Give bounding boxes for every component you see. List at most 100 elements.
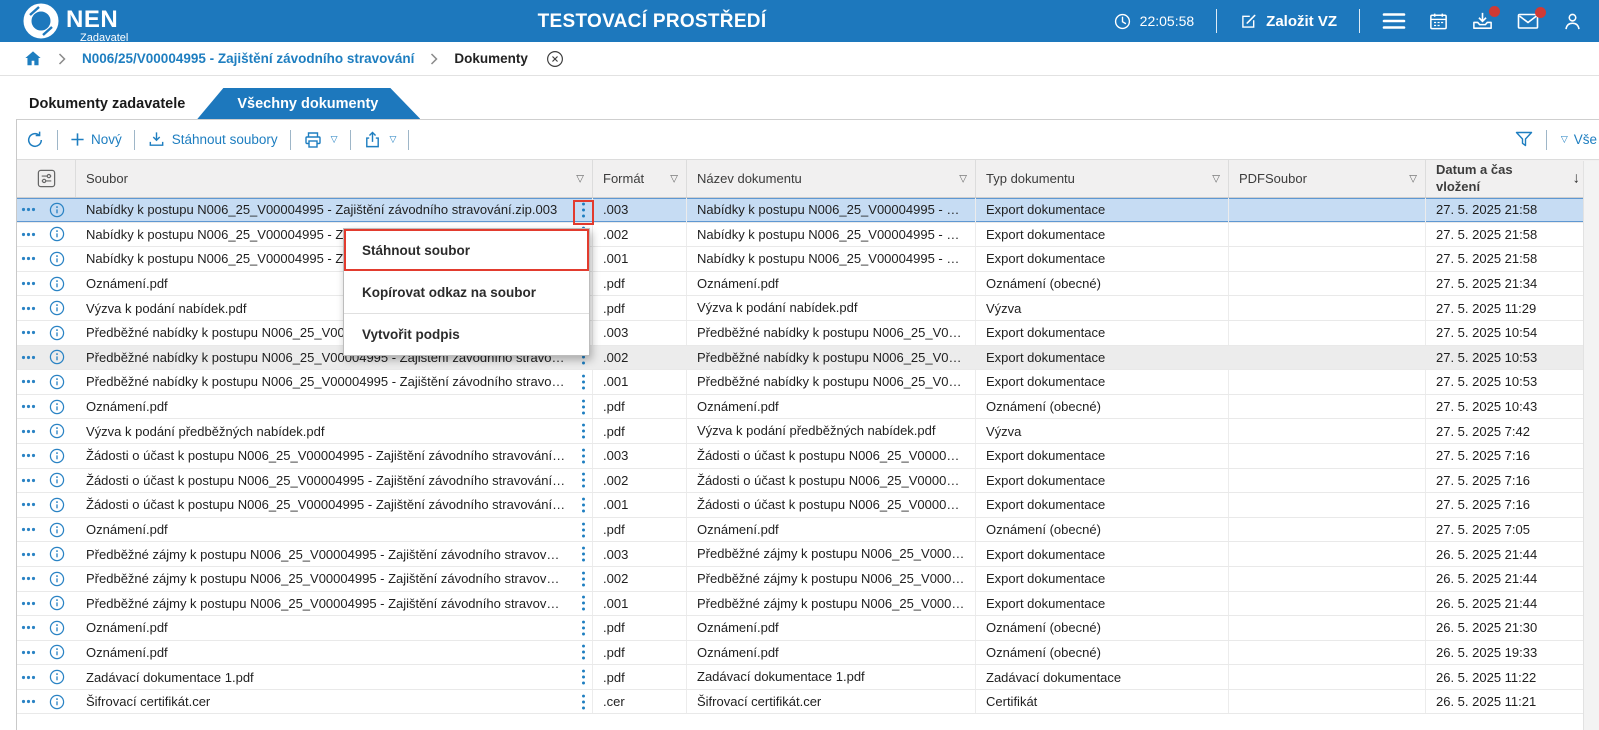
- row-info-icon[interactable]: [49, 497, 65, 513]
- col-typ-dokumentu[interactable]: Typ dokumentu▽: [976, 160, 1229, 197]
- row-info-icon[interactable]: [49, 399, 65, 415]
- table-row[interactable]: Žádosti o účast k postupu N006_25_V00004…: [17, 469, 1599, 494]
- sort-desc-icon[interactable]: ↓: [1573, 169, 1581, 188]
- row-kebab-button[interactable]: [580, 495, 587, 514]
- row-info-icon[interactable]: [49, 423, 65, 439]
- vertical-scrollbar[interactable]: [1583, 161, 1599, 730]
- column-settings-button[interactable]: [17, 160, 76, 197]
- row-menu-icon[interactable]: [21, 206, 36, 213]
- new-button[interactable]: Nový: [70, 132, 122, 147]
- row-info-icon[interactable]: [49, 546, 65, 562]
- table-row[interactable]: Výzva k podání předběžných nabídek.pdf .…: [17, 419, 1599, 444]
- row-kebab-button[interactable]: [580, 372, 587, 391]
- table-row[interactable]: Předběžné zájmy k postupu N006_25_V00004…: [17, 542, 1599, 567]
- print-button[interactable]: ▽: [303, 130, 338, 150]
- row-info-icon[interactable]: [49, 522, 65, 538]
- row-info-icon[interactable]: [49, 276, 65, 292]
- row-menu-icon[interactable]: [21, 305, 36, 312]
- menu-item-stahnout-soubor[interactable]: Stáhnout soubor: [344, 229, 589, 271]
- row-info-icon[interactable]: [49, 251, 65, 267]
- tab-vsechny-dokumenty[interactable]: Všechny dokumenty: [197, 88, 420, 119]
- filter-arrow-icon[interactable]: ▽: [1409, 173, 1417, 184]
- table-row[interactable]: Šifrovací certifikát.cer .cer Šifrovací …: [17, 690, 1599, 715]
- tab-dokumenty-zadavatele[interactable]: Dokumenty zadavatele: [16, 88, 211, 119]
- row-menu-icon[interactable]: [21, 280, 36, 287]
- breadcrumb-link-procedure[interactable]: N006/25/V00004995 - Zajištění závodního …: [82, 51, 414, 66]
- table-row[interactable]: Předběžné zájmy k postupu N006_25_V00004…: [17, 592, 1599, 617]
- row-menu-icon[interactable]: [21, 477, 36, 484]
- row-menu-icon[interactable]: [21, 674, 36, 681]
- row-menu-icon[interactable]: [21, 329, 36, 336]
- filter-arrow-icon[interactable]: ▽: [576, 173, 584, 184]
- row-info-icon[interactable]: [49, 349, 65, 365]
- row-info-icon[interactable]: [49, 571, 65, 587]
- row-menu-icon[interactable]: [21, 624, 36, 631]
- calendar-button[interactable]: [1428, 11, 1449, 32]
- row-kebab-button[interactable]: [580, 569, 587, 588]
- row-kebab-button[interactable]: [580, 594, 587, 613]
- menu-item-vytvorit-podpis[interactable]: Vytvořit podpis: [344, 313, 589, 355]
- row-menu-icon[interactable]: [21, 575, 36, 582]
- row-menu-icon[interactable]: [21, 551, 36, 558]
- row-menu-icon[interactable]: [21, 452, 36, 459]
- table-row[interactable]: Nabídky k postupu N006_25_V00004995 - Za…: [17, 198, 1599, 223]
- filter-arrow-icon[interactable]: ▽: [959, 173, 967, 184]
- row-info-icon[interactable]: [49, 448, 65, 464]
- col-format[interactable]: Formát▽: [593, 160, 687, 197]
- table-row[interactable]: Oznámení.pdf .pdf Oznámení.pdf Oznámení …: [17, 395, 1599, 420]
- row-info-icon[interactable]: [49, 595, 65, 611]
- row-kebab-button[interactable]: [580, 545, 587, 564]
- row-kebab-button[interactable]: [580, 397, 587, 416]
- table-row[interactable]: Žádosti o účast k postupu N006_25_V00004…: [17, 493, 1599, 518]
- row-info-icon[interactable]: [49, 374, 65, 390]
- row-menu-icon[interactable]: [21, 526, 36, 533]
- row-menu-icon[interactable]: [21, 428, 36, 435]
- table-row[interactable]: Výzva k podání nabídek.pdf .pdf Výzva k …: [17, 296, 1599, 321]
- export-button[interactable]: ▽: [363, 130, 397, 149]
- menu-item-kopirovat-odkaz[interactable]: Kopírovat odkaz na soubor: [344, 271, 589, 313]
- row-menu-icon[interactable]: [21, 698, 36, 705]
- table-row[interactable]: Předběžné zájmy k postupu N006_25_V00004…: [17, 567, 1599, 592]
- row-kebab-button[interactable]: [580, 618, 587, 637]
- row-menu-icon[interactable]: [21, 501, 36, 508]
- col-pdfsoubor[interactable]: PDFSoubor▽: [1229, 160, 1426, 197]
- row-menu-icon[interactable]: [21, 231, 36, 238]
- export-dropdown-arrow[interactable]: ▽: [390, 134, 397, 145]
- row-kebab-button[interactable]: [580, 446, 587, 465]
- table-row[interactable]: Oznámení.pdf .pdf Oznámení.pdf Oznámení …: [17, 641, 1599, 666]
- table-row[interactable]: Předběžné nabídky k postupu N006_25_V000…: [17, 370, 1599, 395]
- view-filter-dropdown[interactable]: ▽ Vše: [1559, 132, 1597, 147]
- main-menu-button[interactable]: [1382, 11, 1406, 31]
- row-menu-icon[interactable]: [21, 649, 36, 656]
- row-kebab-button[interactable]: [580, 520, 587, 539]
- table-row[interactable]: Nabídky k postupu N006_25_V00004995 - Za…: [17, 223, 1599, 248]
- row-info-icon[interactable]: [49, 325, 65, 341]
- col-datum-a-cas-vlozeni[interactable]: Datum a čas vložení↓: [1426, 160, 1584, 197]
- row-kebab-button[interactable]: [580, 200, 587, 219]
- table-row[interactable]: Předběžné nabídky k postupu N006_25_V000…: [17, 321, 1599, 346]
- row-menu-icon[interactable]: [21, 403, 36, 410]
- profile-button[interactable]: [1562, 11, 1583, 32]
- col-soubor[interactable]: Soubor▽: [76, 160, 593, 197]
- row-info-icon[interactable]: [49, 644, 65, 660]
- row-kebab-button[interactable]: [580, 643, 587, 662]
- downloads-button[interactable]: [1471, 10, 1494, 32]
- row-info-icon[interactable]: [49, 669, 65, 685]
- filter-arrow-icon[interactable]: ▽: [670, 173, 678, 184]
- row-kebab-button[interactable]: [580, 471, 587, 490]
- filter-arrow-icon[interactable]: ▽: [1212, 173, 1220, 184]
- print-dropdown-arrow[interactable]: ▽: [331, 134, 338, 145]
- table-row[interactable]: Oznámení.pdf .pdf Oznámení.pdf Oznámení …: [17, 616, 1599, 641]
- messages-button[interactable]: [1516, 11, 1540, 31]
- row-kebab-button[interactable]: [580, 692, 587, 711]
- refresh-button[interactable]: [25, 130, 45, 150]
- breadcrumb-close-button[interactable]: [546, 50, 564, 68]
- table-row[interactable]: Zadávací dokumentace 1.pdf .pdf Zadávací…: [17, 665, 1599, 690]
- row-info-icon[interactable]: [49, 620, 65, 636]
- row-info-icon[interactable]: [49, 472, 65, 488]
- filter-button[interactable]: [1514, 130, 1534, 149]
- row-menu-icon[interactable]: [21, 600, 36, 607]
- download-files-button[interactable]: Stáhnout soubory: [147, 130, 278, 149]
- row-info-icon[interactable]: [49, 226, 65, 242]
- row-menu-icon[interactable]: [21, 354, 36, 361]
